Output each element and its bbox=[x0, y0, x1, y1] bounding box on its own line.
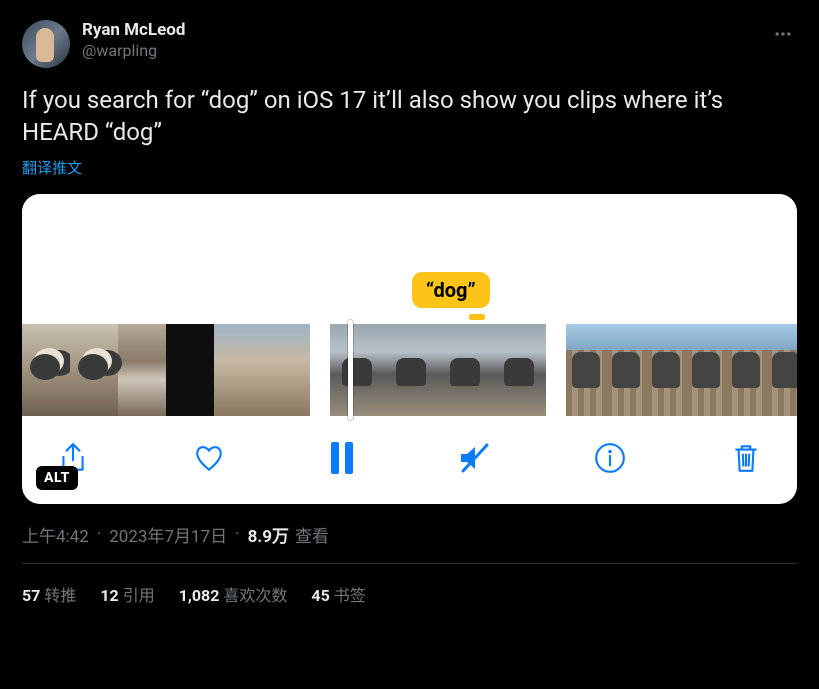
author-names[interactable]: Ryan McLeod @warpling bbox=[82, 20, 757, 61]
trash-icon[interactable] bbox=[729, 441, 763, 475]
bookmarks-stat[interactable]: 45 书签 bbox=[311, 582, 365, 606]
stat-count: 12 bbox=[100, 586, 118, 605]
tweet-date[interactable]: 2023年7月17日 bbox=[109, 522, 227, 547]
views-count: 8.9万 bbox=[248, 522, 289, 547]
quotes-stat[interactable]: 12 引用 bbox=[100, 582, 154, 606]
clip-thumb bbox=[726, 324, 766, 416]
clip-thumb bbox=[214, 324, 262, 416]
clip-thumb bbox=[606, 324, 646, 416]
clip-thumb bbox=[166, 324, 214, 416]
tweet-meta: 上午4:42 2023年7月17日 8.9万 查看 bbox=[22, 522, 797, 547]
clip-thumb bbox=[438, 324, 492, 416]
pause-icon[interactable] bbox=[328, 440, 356, 476]
mute-icon[interactable] bbox=[457, 441, 491, 475]
clip-thumb bbox=[22, 324, 70, 416]
views-label: 查看 bbox=[295, 522, 329, 547]
more-icon[interactable] bbox=[769, 20, 797, 52]
clip-thumb bbox=[646, 324, 686, 416]
tweet-time[interactable]: 上午4:42 bbox=[22, 522, 89, 547]
heart-icon[interactable] bbox=[192, 441, 226, 475]
meta-separator bbox=[95, 524, 103, 544]
media-toolbar bbox=[22, 416, 797, 504]
translate-link[interactable]: 翻译推文 bbox=[22, 157, 82, 178]
clip-thumb bbox=[766, 324, 797, 416]
tweet-container: Ryan McLeod @warpling If you search for … bbox=[6, 6, 813, 606]
clip-group[interactable] bbox=[566, 324, 797, 416]
media-card[interactable]: “dog” bbox=[22, 194, 797, 504]
clip-thumb bbox=[118, 324, 166, 416]
clip-thumb bbox=[384, 324, 438, 416]
stat-count: 57 bbox=[22, 586, 40, 605]
stat-label: 转推 bbox=[44, 586, 76, 605]
clip-thumb bbox=[492, 324, 546, 416]
alt-badge[interactable]: ALT bbox=[36, 466, 78, 490]
handle: @warpling bbox=[82, 41, 757, 61]
clip-thumb bbox=[686, 324, 726, 416]
clip-thumb bbox=[262, 324, 310, 416]
video-timeline[interactable] bbox=[22, 324, 797, 416]
tweet-header: Ryan McLeod @warpling bbox=[22, 20, 797, 68]
playhead[interactable] bbox=[348, 320, 353, 420]
display-name: Ryan McLeod bbox=[82, 20, 757, 41]
clip-thumb bbox=[330, 324, 384, 416]
clip-group[interactable] bbox=[330, 324, 546, 416]
stat-label: 喜欢次数 bbox=[223, 586, 287, 605]
info-icon[interactable] bbox=[593, 441, 627, 475]
caption-marker bbox=[469, 314, 485, 320]
stat-label: 引用 bbox=[123, 586, 155, 605]
avatar[interactable] bbox=[22, 20, 70, 68]
likes-stat[interactable]: 1,082喜欢次数 bbox=[179, 582, 288, 606]
media-top: “dog” bbox=[22, 194, 797, 324]
retweets-stat[interactable]: 57转推 bbox=[22, 582, 76, 606]
clip-thumb bbox=[70, 324, 118, 416]
meta-separator bbox=[233, 524, 241, 544]
stat-label: 书签 bbox=[334, 586, 366, 605]
stat-count: 45 bbox=[311, 586, 329, 605]
tweet-text: If you search for “dog” on iOS 17 it’ll … bbox=[22, 84, 797, 149]
clip-group[interactable] bbox=[22, 324, 310, 416]
tweet-stats: 57转推 12 引用 1,082喜欢次数 45 书签 bbox=[22, 564, 797, 606]
stat-count: 1,082 bbox=[179, 586, 220, 605]
caption-bubble: “dog” bbox=[412, 272, 490, 308]
clip-thumb bbox=[566, 324, 606, 416]
